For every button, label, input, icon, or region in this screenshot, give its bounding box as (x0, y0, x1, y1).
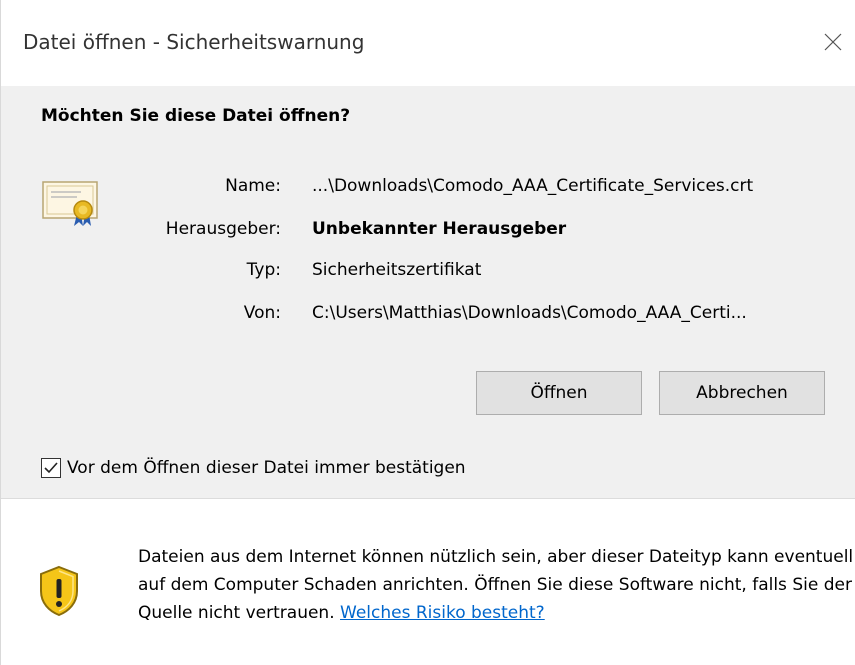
shield-warning-icon (40, 565, 78, 617)
from-value: C:\Users\Matthias\Downloads\Comodo_AAA_C… (312, 303, 747, 323)
type-label: Typ: (246, 260, 281, 280)
always-confirm-label: Vor dem Öffnen dieser Datei immer bestät… (67, 458, 466, 478)
publisher-label: Herausgeber: (165, 219, 281, 239)
close-icon (824, 33, 842, 51)
warning-footer: Dateien aus dem Internet können nützlich… (1, 498, 855, 665)
title-bar: Datei öffnen - Sicherheitswarnung (1, 0, 855, 86)
name-label: Name: (225, 176, 281, 196)
dialog-heading: Möchten Sie diese Datei öffnen? (41, 106, 351, 126)
checkmark-icon (44, 462, 58, 474)
security-warning-dialog: Datei öffnen - Sicherheitswarnung Möchte… (0, 0, 855, 665)
risk-info-link[interactable]: Welches Risiko besteht? (340, 603, 545, 623)
name-value: ...\Downloads\Comodo_AAA_Certificate_Ser… (312, 176, 754, 196)
from-label: Von: (243, 303, 281, 323)
publisher-value: Unbekannter Herausgeber (312, 219, 567, 239)
always-confirm-checkbox-row[interactable]: Vor dem Öffnen dieser Datei immer bestät… (41, 456, 466, 480)
open-button[interactable]: Öffnen (476, 371, 642, 415)
type-value: Sicherheitszertifikat (312, 260, 482, 280)
cancel-button[interactable]: Abbrechen (659, 371, 825, 415)
warning-text: Dateien aus dem Internet können nützlich… (138, 543, 854, 627)
close-button[interactable] (813, 22, 853, 62)
window-title: Datei öffnen - Sicherheitswarnung (23, 30, 365, 54)
always-confirm-checkbox[interactable] (41, 458, 61, 478)
